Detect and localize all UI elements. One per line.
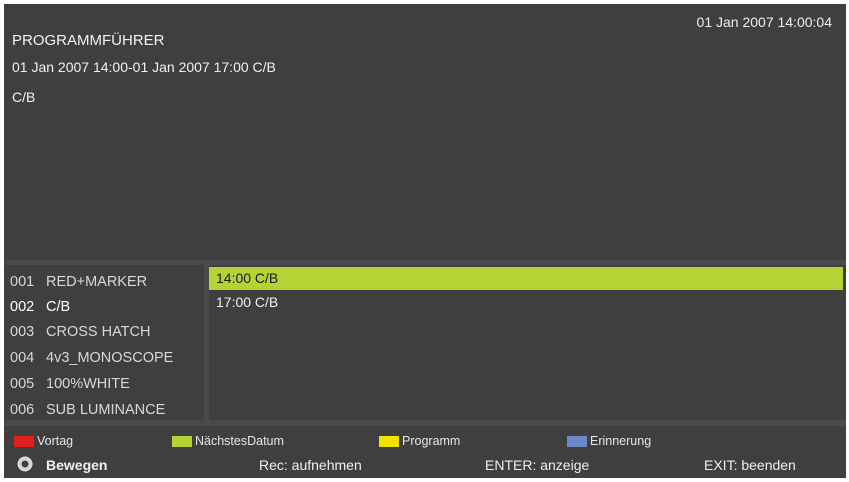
channel-name: 100%WHITE [46,376,130,392]
channel-name: C/B [46,299,71,315]
page-title: PROGRAMMFÜHRER [12,32,165,49]
channel-number: 002 [10,299,35,315]
blue-key-icon [567,435,587,447]
legend-blue: Erinnerung [567,434,651,448]
channel-list: 001 RED+MARKER 002 C/B 003 CROSS HATCH 004 4… [4,265,204,420]
current-datetime: 01 Jan 2007 14:00:04 [696,14,832,30]
red-key-icon [14,435,34,447]
hint-move: Bewegen [46,457,108,473]
footer-divider [4,420,846,426]
dpad-icon [17,456,33,472]
event-item-selected[interactable]: 14:00 C/B [209,267,843,290]
legend-yellow-label: Programm [402,434,461,448]
event-description: C/B [12,89,36,105]
channel-number: 001 [10,274,35,290]
channel-item-selected[interactable]: 002 C/B [10,299,70,315]
green-key-icon [172,435,192,447]
event-list: 14:00 C/B 17:00 C/B [209,265,846,420]
legend-blue-label: Erinnerung [590,434,652,448]
channel-name: CROSS HATCH [46,324,151,340]
channel-name: 4v3_MONOSCOPE [46,350,174,366]
hint-exit: EXIT: beenden [704,457,796,473]
legend-red-label: Vortag [37,434,74,448]
channel-item[interactable]: 005 100%WHITE [10,376,130,392]
channel-number: 006 [10,402,35,418]
hint-record: Rec: aufnehmen [259,457,362,473]
legend-green-label: NächstesDatum [195,434,284,448]
yellow-key-icon [379,435,399,447]
channel-number: 005 [10,376,35,392]
channel-item[interactable]: 006 SUB LUMINANCE [10,402,165,418]
channel-number: 004 [10,350,35,366]
epg-screen: 01 Jan 2007 14:00:04 PROGRAMMFÜHRER 01 J… [4,4,846,478]
channel-name: RED+MARKER [46,274,148,290]
event-item[interactable]: 17:00 C/B [209,291,843,314]
event-time-range: 01 Jan 2007 14:00-01 Jan 2007 17:00 C/B [12,59,276,75]
legend-green: NächstesDatum [172,434,284,448]
channel-item[interactable]: 003 CROSS HATCH [10,324,150,340]
hint-enter: ENTER: anzeige [485,457,590,473]
channel-name: SUB LUMINANCE [46,402,166,418]
channel-number: 003 [10,324,35,340]
legend-yellow: Programm [379,434,460,448]
legend-red: Vortag [14,434,73,448]
channel-item[interactable]: 004 4v3_MONOSCOPE [10,350,173,366]
channel-item[interactable]: 001 RED+MARKER [10,274,147,290]
